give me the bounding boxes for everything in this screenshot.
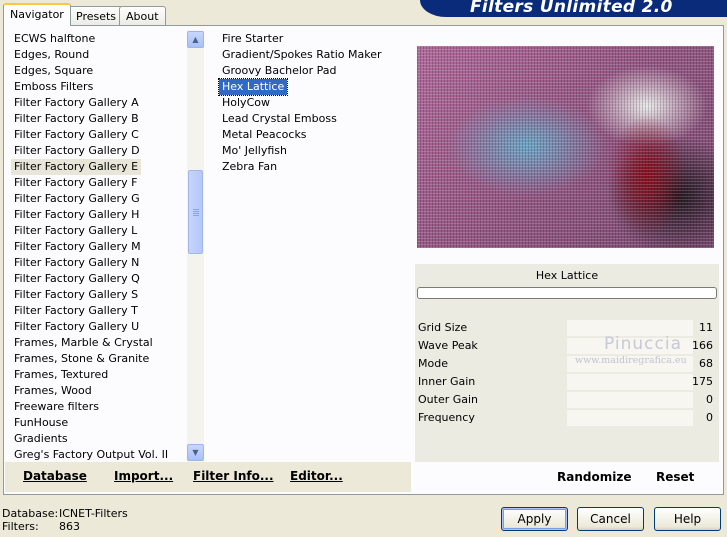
category-item[interactable]: ECWS halftone xyxy=(11,31,98,47)
filter-info-button[interactable]: Filter Info... xyxy=(193,469,274,483)
parameter-label: Grid Size xyxy=(418,321,468,334)
category-item[interactable]: Frames, Marble & Crystal xyxy=(11,335,156,351)
parameter-row[interactable]: Inner Gain 175 xyxy=(417,373,717,391)
scrollbar-thumb[interactable] xyxy=(188,170,203,254)
tab-navigator[interactable]: Navigator xyxy=(3,3,71,26)
category-item[interactable]: Edges, Round xyxy=(11,47,92,63)
database-label: Database: xyxy=(2,507,59,520)
scroll-down-button[interactable]: ▼ xyxy=(187,444,204,461)
category-item[interactable]: Freeware filters xyxy=(11,399,102,415)
filter-item[interactable]: Groovy Bachelor Pad xyxy=(219,63,340,79)
category-item[interactable]: Filter Factory Gallery G xyxy=(11,191,143,207)
category-item[interactable]: Filter Factory Gallery F xyxy=(11,175,140,191)
scroll-up-button[interactable]: ▲ xyxy=(187,31,204,48)
filter-item[interactable]: Lead Crystal Emboss xyxy=(219,111,340,127)
help-button[interactable]: Help xyxy=(654,507,721,531)
parameter-row[interactable]: Outer Gain 0 xyxy=(417,391,717,409)
progress-bar xyxy=(417,287,717,299)
category-item[interactable]: Filter Factory Gallery D xyxy=(11,143,143,159)
tab-about[interactable]: About xyxy=(119,6,166,25)
filter-preview-image xyxy=(417,46,714,248)
parameter-row[interactable]: Frequency 0 xyxy=(417,409,717,427)
parameter-label: Frequency xyxy=(418,411,475,424)
parameter-value: 0 xyxy=(706,393,713,406)
category-item[interactable]: Filter Factory Gallery Q xyxy=(11,271,143,287)
parameter-value: 0 xyxy=(706,411,713,424)
watermark-url: www.maidiregrafica.eu xyxy=(575,355,687,366)
category-item[interactable]: Filter Factory Gallery E xyxy=(11,159,142,175)
database-value: ICNET-Filters xyxy=(59,507,128,520)
category-item[interactable]: Greg's Factory Output Vol. II xyxy=(11,447,171,463)
database-button[interactable]: Database xyxy=(23,469,87,483)
parameter-label: Mode xyxy=(418,357,448,370)
reset-button[interactable]: Reset xyxy=(656,470,694,484)
category-item[interactable]: Filter Factory Gallery M xyxy=(11,239,144,255)
category-item[interactable]: Filter Factory Gallery H xyxy=(11,207,142,223)
parameter-slider-track[interactable] xyxy=(567,410,693,426)
category-item[interactable]: FunHouse xyxy=(11,415,71,431)
category-item[interactable]: Frames, Stone & Granite xyxy=(11,351,152,367)
category-item[interactable]: Gradients xyxy=(11,431,71,447)
chevron-down-icon: ▼ xyxy=(192,448,199,457)
category-item[interactable]: Filter Factory Gallery S xyxy=(11,287,141,303)
selected-filter-name: Hex Lattice xyxy=(535,269,599,282)
category-item[interactable]: Filter Factory Gallery L xyxy=(11,223,140,239)
parameter-slider-track[interactable] xyxy=(567,374,693,390)
category-item[interactable]: Filter Factory Gallery B xyxy=(11,111,142,127)
parameter-label: Outer Gain xyxy=(418,393,479,406)
parameter-label: Wave Peak xyxy=(418,339,478,352)
app-title: Filters Unlimited 2.0 xyxy=(470,0,673,17)
category-item[interactable]: Filter Factory Gallery N xyxy=(11,255,142,271)
editor-button[interactable]: Editor... xyxy=(290,469,343,483)
filter-item[interactable]: Gradient/Spokes Ratio Maker xyxy=(219,47,385,63)
filter-item[interactable]: Hex Lattice xyxy=(217,78,289,96)
filter-item[interactable]: Fire Starter xyxy=(219,31,286,47)
category-item[interactable]: Filter Factory Gallery T xyxy=(11,303,141,319)
filters-count-label: Filters: xyxy=(2,520,39,533)
filters-count-value: 863 xyxy=(59,520,80,533)
filter-item[interactable]: HolyCow xyxy=(219,95,273,111)
category-item[interactable]: Filter Factory Gallery A xyxy=(11,95,142,111)
category-item[interactable]: Emboss Filters xyxy=(11,79,96,95)
parameter-value: 68 xyxy=(699,357,713,370)
watermark-name: Pinuccia xyxy=(604,334,682,354)
tab-presets[interactable]: Presets xyxy=(69,6,124,25)
category-item[interactable]: Frames, Wood xyxy=(11,383,95,399)
category-item[interactable]: Filter Factory Gallery C xyxy=(11,127,142,143)
category-item[interactable]: Edges, Square xyxy=(11,63,96,79)
apply-button[interactable]: Apply xyxy=(501,507,568,531)
filter-item[interactable]: Mo' Jellyfish xyxy=(219,143,290,159)
parameter-value: 166 xyxy=(692,339,713,352)
cancel-button[interactable]: Cancel xyxy=(577,507,644,531)
filter-item[interactable]: Metal Peacocks xyxy=(219,127,310,143)
parameter-value: 11 xyxy=(699,321,713,334)
parameter-slider-track[interactable] xyxy=(567,392,693,408)
category-item[interactable]: Frames, Textured xyxy=(11,367,111,383)
randomize-button[interactable]: Randomize xyxy=(557,470,631,484)
parameter-label: Inner Gain xyxy=(418,375,476,388)
category-item[interactable]: Filter Factory Gallery U xyxy=(11,319,142,335)
chevron-up-icon: ▲ xyxy=(192,35,199,44)
parameter-value: 175 xyxy=(692,375,713,388)
import-button[interactable]: Import... xyxy=(114,469,173,483)
filter-item[interactable]: Zebra Fan xyxy=(219,159,280,175)
